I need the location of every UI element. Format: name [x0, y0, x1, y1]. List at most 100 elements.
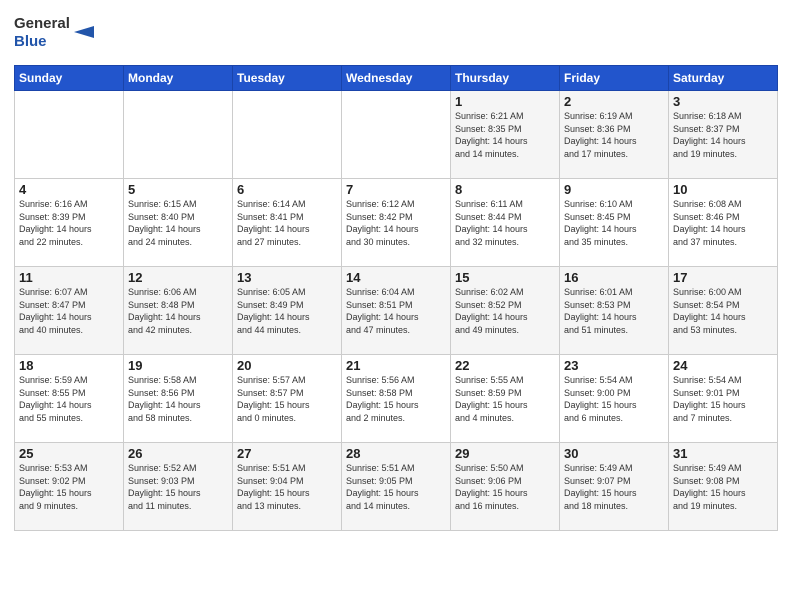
calendar-cell: 11Sunrise: 6:07 AM Sunset: 8:47 PM Dayli… [15, 267, 124, 355]
calendar-cell: 22Sunrise: 5:55 AM Sunset: 8:59 PM Dayli… [451, 355, 560, 443]
calendar-week-row: 4Sunrise: 6:16 AM Sunset: 8:39 PM Daylig… [15, 179, 778, 267]
weekday-header-tuesday: Tuesday [233, 66, 342, 91]
calendar-week-row: 1Sunrise: 6:21 AM Sunset: 8:35 PM Daylig… [15, 91, 778, 179]
day-number: 26 [128, 446, 228, 461]
calendar-week-row: 18Sunrise: 5:59 AM Sunset: 8:55 PM Dayli… [15, 355, 778, 443]
day-info: Sunrise: 6:08 AM Sunset: 8:46 PM Dayligh… [673, 198, 773, 248]
calendar-cell: 26Sunrise: 5:52 AM Sunset: 9:03 PM Dayli… [124, 443, 233, 531]
logo: General Blue [14, 10, 104, 59]
calendar-cell: 15Sunrise: 6:02 AM Sunset: 8:52 PM Dayli… [451, 267, 560, 355]
calendar-cell: 24Sunrise: 5:54 AM Sunset: 9:01 PM Dayli… [669, 355, 778, 443]
weekday-header-wednesday: Wednesday [342, 66, 451, 91]
day-number: 16 [564, 270, 664, 285]
day-info: Sunrise: 6:11 AM Sunset: 8:44 PM Dayligh… [455, 198, 555, 248]
day-number: 8 [455, 182, 555, 197]
calendar-header: SundayMondayTuesdayWednesdayThursdayFrid… [15, 66, 778, 91]
day-number: 18 [19, 358, 119, 373]
calendar-table: SundayMondayTuesdayWednesdayThursdayFrid… [14, 65, 778, 531]
calendar-cell [124, 91, 233, 179]
day-number: 29 [455, 446, 555, 461]
day-number: 6 [237, 182, 337, 197]
day-number: 11 [19, 270, 119, 285]
day-number: 22 [455, 358, 555, 373]
day-number: 20 [237, 358, 337, 373]
calendar-cell: 28Sunrise: 5:51 AM Sunset: 9:05 PM Dayli… [342, 443, 451, 531]
day-info: Sunrise: 5:57 AM Sunset: 8:57 PM Dayligh… [237, 374, 337, 424]
calendar-cell: 25Sunrise: 5:53 AM Sunset: 9:02 PM Dayli… [15, 443, 124, 531]
calendar-cell: 1Sunrise: 6:21 AM Sunset: 8:35 PM Daylig… [451, 91, 560, 179]
day-number: 21 [346, 358, 446, 373]
calendar-cell: 8Sunrise: 6:11 AM Sunset: 8:44 PM Daylig… [451, 179, 560, 267]
day-info: Sunrise: 6:21 AM Sunset: 8:35 PM Dayligh… [455, 110, 555, 160]
day-info: Sunrise: 6:06 AM Sunset: 8:48 PM Dayligh… [128, 286, 228, 336]
weekday-header-thursday: Thursday [451, 66, 560, 91]
day-info: Sunrise: 5:56 AM Sunset: 8:58 PM Dayligh… [346, 374, 446, 424]
calendar-cell: 6Sunrise: 6:14 AM Sunset: 8:41 PM Daylig… [233, 179, 342, 267]
day-info: Sunrise: 5:50 AM Sunset: 9:06 PM Dayligh… [455, 462, 555, 512]
day-info: Sunrise: 6:19 AM Sunset: 8:36 PM Dayligh… [564, 110, 664, 160]
day-info: Sunrise: 6:00 AM Sunset: 8:54 PM Dayligh… [673, 286, 773, 336]
day-info: Sunrise: 6:07 AM Sunset: 8:47 PM Dayligh… [19, 286, 119, 336]
weekday-header-sunday: Sunday [15, 66, 124, 91]
day-number: 1 [455, 94, 555, 109]
weekday-header-friday: Friday [560, 66, 669, 91]
weekday-header-row: SundayMondayTuesdayWednesdayThursdayFrid… [15, 66, 778, 91]
calendar-cell: 14Sunrise: 6:04 AM Sunset: 8:51 PM Dayli… [342, 267, 451, 355]
day-number: 17 [673, 270, 773, 285]
day-number: 2 [564, 94, 664, 109]
day-number: 12 [128, 270, 228, 285]
calendar-cell: 21Sunrise: 5:56 AM Sunset: 8:58 PM Dayli… [342, 355, 451, 443]
calendar-page: General Blue SundayMondayTuesdayWednesda… [0, 0, 792, 612]
day-info: Sunrise: 6:04 AM Sunset: 8:51 PM Dayligh… [346, 286, 446, 336]
day-number: 3 [673, 94, 773, 109]
calendar-week-row: 11Sunrise: 6:07 AM Sunset: 8:47 PM Dayli… [15, 267, 778, 355]
weekday-header-monday: Monday [124, 66, 233, 91]
calendar-body: 1Sunrise: 6:21 AM Sunset: 8:35 PM Daylig… [15, 91, 778, 531]
day-number: 19 [128, 358, 228, 373]
day-number: 28 [346, 446, 446, 461]
calendar-week-row: 25Sunrise: 5:53 AM Sunset: 9:02 PM Dayli… [15, 443, 778, 531]
calendar-cell: 5Sunrise: 6:15 AM Sunset: 8:40 PM Daylig… [124, 179, 233, 267]
calendar-cell: 4Sunrise: 6:16 AM Sunset: 8:39 PM Daylig… [15, 179, 124, 267]
calendar-cell: 12Sunrise: 6:06 AM Sunset: 8:48 PM Dayli… [124, 267, 233, 355]
day-info: Sunrise: 6:05 AM Sunset: 8:49 PM Dayligh… [237, 286, 337, 336]
day-number: 31 [673, 446, 773, 461]
calendar-cell: 30Sunrise: 5:49 AM Sunset: 9:07 PM Dayli… [560, 443, 669, 531]
day-info: Sunrise: 5:49 AM Sunset: 9:08 PM Dayligh… [673, 462, 773, 512]
day-info: Sunrise: 6:02 AM Sunset: 8:52 PM Dayligh… [455, 286, 555, 336]
logo-area: General Blue [14, 10, 104, 59]
calendar-cell [233, 91, 342, 179]
calendar-cell: 29Sunrise: 5:50 AM Sunset: 9:06 PM Dayli… [451, 443, 560, 531]
day-info: Sunrise: 5:55 AM Sunset: 8:59 PM Dayligh… [455, 374, 555, 424]
day-number: 27 [237, 446, 337, 461]
calendar-cell [15, 91, 124, 179]
day-number: 15 [455, 270, 555, 285]
calendar-cell: 20Sunrise: 5:57 AM Sunset: 8:57 PM Dayli… [233, 355, 342, 443]
day-info: Sunrise: 5:59 AM Sunset: 8:55 PM Dayligh… [19, 374, 119, 424]
calendar-cell: 7Sunrise: 6:12 AM Sunset: 8:42 PM Daylig… [342, 179, 451, 267]
day-info: Sunrise: 6:18 AM Sunset: 8:37 PM Dayligh… [673, 110, 773, 160]
calendar-cell: 23Sunrise: 5:54 AM Sunset: 9:00 PM Dayli… [560, 355, 669, 443]
calendar-cell: 27Sunrise: 5:51 AM Sunset: 9:04 PM Dayli… [233, 443, 342, 531]
day-info: Sunrise: 6:10 AM Sunset: 8:45 PM Dayligh… [564, 198, 664, 248]
day-info: Sunrise: 5:49 AM Sunset: 9:07 PM Dayligh… [564, 462, 664, 512]
day-info: Sunrise: 6:16 AM Sunset: 8:39 PM Dayligh… [19, 198, 119, 248]
day-info: Sunrise: 6:01 AM Sunset: 8:53 PM Dayligh… [564, 286, 664, 336]
day-number: 9 [564, 182, 664, 197]
day-info: Sunrise: 5:54 AM Sunset: 9:00 PM Dayligh… [564, 374, 664, 424]
day-info: Sunrise: 5:53 AM Sunset: 9:02 PM Dayligh… [19, 462, 119, 512]
day-number: 7 [346, 182, 446, 197]
day-info: Sunrise: 5:52 AM Sunset: 9:03 PM Dayligh… [128, 462, 228, 512]
svg-text:Blue: Blue [14, 33, 47, 50]
day-number: 10 [673, 182, 773, 197]
day-number: 5 [128, 182, 228, 197]
calendar-cell: 13Sunrise: 6:05 AM Sunset: 8:49 PM Dayli… [233, 267, 342, 355]
day-number: 23 [564, 358, 664, 373]
calendar-cell: 3Sunrise: 6:18 AM Sunset: 8:37 PM Daylig… [669, 91, 778, 179]
calendar-cell: 2Sunrise: 6:19 AM Sunset: 8:36 PM Daylig… [560, 91, 669, 179]
day-info: Sunrise: 5:51 AM Sunset: 9:05 PM Dayligh… [346, 462, 446, 512]
day-info: Sunrise: 6:14 AM Sunset: 8:41 PM Dayligh… [237, 198, 337, 248]
calendar-cell: 17Sunrise: 6:00 AM Sunset: 8:54 PM Dayli… [669, 267, 778, 355]
calendar-cell: 31Sunrise: 5:49 AM Sunset: 9:08 PM Dayli… [669, 443, 778, 531]
day-info: Sunrise: 5:58 AM Sunset: 8:56 PM Dayligh… [128, 374, 228, 424]
